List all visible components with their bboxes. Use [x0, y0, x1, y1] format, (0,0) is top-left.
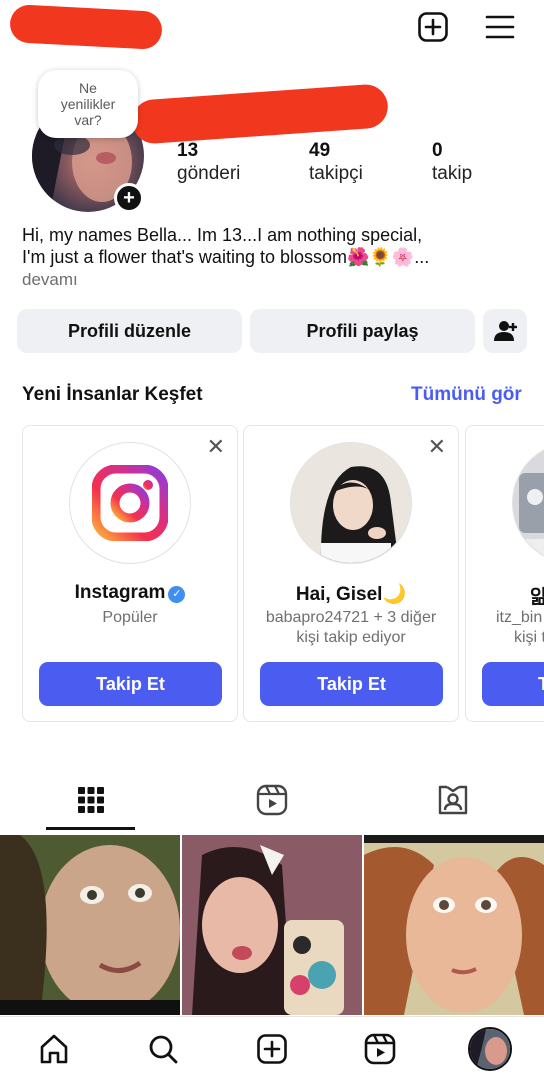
bio-line-1: Hi, my names Bella... Im 13...I am nothi…: [22, 225, 423, 245]
reels-icon: [364, 1033, 396, 1065]
tab-posts-grid[interactable]: [46, 775, 136, 825]
post-photo: [182, 835, 362, 1015]
verified-badge-icon: ✓: [168, 586, 186, 603]
suggestion-card[interactable]: ✕ Instagram ✓ Popüler Takip Et: [22, 425, 238, 722]
bio-line-2: I'm just a flower that's waiting to blos…: [22, 247, 430, 267]
redacted-username: [9, 4, 163, 50]
suggestion-avatar[interactable]: [69, 442, 191, 564]
follow-button[interactable]: Takip Et: [39, 662, 222, 706]
suggestion-avatar[interactable]: [512, 442, 544, 564]
nav-reels[interactable]: [360, 1029, 400, 1069]
bio: Hi, my names Bella... Im 13...I am nothi…: [22, 224, 502, 268]
plus-square-icon: [418, 12, 448, 42]
suggestion-reason: Popüler: [23, 608, 237, 628]
tagged-icon: [438, 785, 468, 815]
suggestion-reason-line-1: itz_bin: [496, 609, 543, 626]
post-photo: [364, 835, 544, 1015]
create-icon: [257, 1034, 287, 1064]
suggestion-name[interactable]: 앎: [530, 582, 544, 609]
stat-followers[interactable]: 49 takipçi: [309, 140, 363, 186]
suggestion-avatar[interactable]: [290, 442, 412, 564]
stat-following-label: takip: [432, 163, 473, 184]
post-thumbnail[interactable]: [364, 835, 544, 1015]
stat-posts-label: gönderi: [177, 163, 241, 184]
edit-profile-button[interactable]: Profili düzenle: [17, 309, 242, 353]
discover-title: Yeni İnsanlar Keşfet: [22, 384, 203, 405]
suggestion-reason-line-1: Popüler: [102, 609, 158, 626]
post-photo: [0, 835, 180, 1015]
reels-icon: [256, 784, 288, 816]
suggestion-name[interactable]: Instagram ✓: [23, 582, 237, 604]
suggestion-name-text: Instagram: [74, 582, 166, 603]
search-icon: [149, 1035, 178, 1064]
note-bubble-text: Ne yenilikler var?: [60, 80, 116, 128]
hamburger-menu-icon: [485, 15, 515, 39]
suggestion-card[interactable]: 앎 itz_bin kişi t T: [465, 425, 544, 722]
menu-button[interactable]: [480, 8, 520, 46]
discover-people-button[interactable]: [483, 309, 527, 353]
post-thumbnail[interactable]: [0, 835, 180, 1015]
active-tab-indicator: [46, 827, 135, 830]
close-icon[interactable]: ✕: [207, 436, 225, 458]
tab-reels[interactable]: [227, 775, 317, 825]
nav-home[interactable]: [34, 1029, 74, 1069]
suggestion-reason: itz_bin kişi t: [496, 608, 544, 648]
nav-search[interactable]: [143, 1029, 183, 1069]
home-icon: [40, 1034, 68, 1064]
stat-posts[interactable]: 13 gönderi: [177, 140, 240, 186]
redacted-display-name: [130, 83, 390, 145]
nav-profile[interactable]: [468, 1027, 512, 1071]
stat-posts-value: 13: [177, 140, 199, 161]
follow-button[interactable]: T: [482, 662, 544, 706]
post-thumbnail[interactable]: [182, 835, 362, 1015]
nav-create[interactable]: [252, 1029, 292, 1069]
note-bubble[interactable]: Ne yenilikler var?: [38, 70, 138, 138]
bio-more-link[interactable]: devamı: [22, 270, 78, 290]
tab-tagged[interactable]: [408, 775, 498, 825]
suggestion-reason-line-2: kişi takip ediyor: [296, 629, 406, 646]
suggestion-reason-line-2: kişi t: [514, 629, 544, 646]
stat-following-value: 0: [432, 140, 443, 161]
suggestion-photo: [513, 443, 544, 563]
profile-avatar-icon: [470, 1029, 510, 1069]
suggestion-reason-line-1: babapro24721 + 3 diğer: [265, 609, 437, 626]
suggestion-photo: [291, 443, 411, 563]
follow-button[interactable]: Takip Et: [260, 662, 443, 706]
see-all-link[interactable]: Tümünü gör: [411, 384, 522, 406]
stat-followers-label: takipçi: [309, 163, 363, 184]
stat-following[interactable]: 0 takip: [432, 140, 472, 186]
new-post-button[interactable]: [414, 8, 452, 46]
close-icon[interactable]: ✕: [428, 436, 446, 458]
suggestion-card[interactable]: ✕ Hai, Gisel🌙 babapro24721 + 3 diğer kiş…: [243, 425, 459, 722]
instagram-logo-icon: [92, 465, 168, 541]
add-story-button[interactable]: +: [114, 183, 144, 213]
add-person-icon: [494, 321, 517, 341]
bottom-navigation: [0, 1016, 544, 1080]
stat-followers-value: 49: [309, 140, 331, 161]
share-profile-button[interactable]: Profili paylaş: [250, 309, 475, 353]
suggestion-name[interactable]: Hai, Gisel🌙: [244, 582, 458, 606]
grid-icon: [78, 787, 104, 813]
suggestion-reason: babapro24721 + 3 diğer kişi takip ediyor: [244, 608, 458, 648]
